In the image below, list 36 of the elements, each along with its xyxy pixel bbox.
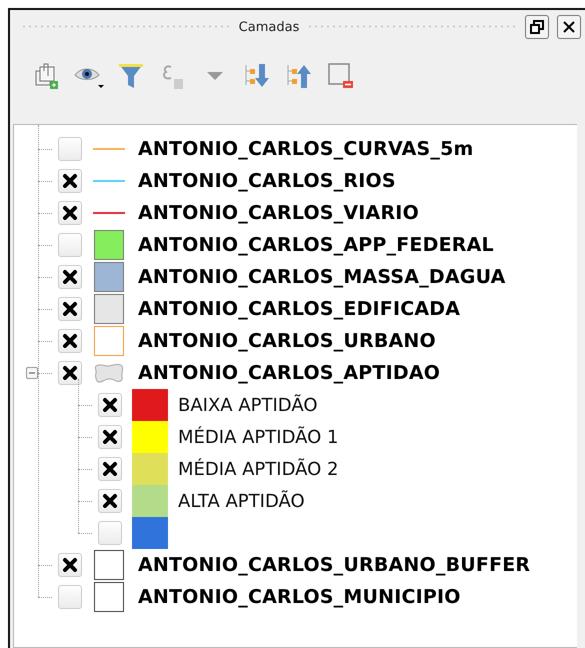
class-label: ALTA APTIDÃO (178, 490, 305, 512)
class-label: BAIXA APTIDÃO (178, 394, 318, 416)
layer-name[interactable]: ANTONIO_CARLOS_APTIDAO (138, 362, 440, 384)
layer-name[interactable]: ANTONIO_CARLOS_VIARIO (138, 202, 419, 224)
layer-checkbox[interactable] (58, 553, 82, 577)
layer-name[interactable]: ANTONIO_CARLOS_EDIFICADA (138, 298, 460, 320)
layer-name[interactable]: ANTONIO_CARLOS_URBANO_BUFFER (138, 554, 530, 576)
class-label: MÉDIA APTIDÃO 2 (178, 458, 338, 480)
layer-checkbox[interactable] (58, 137, 82, 161)
polygon-icon (93, 362, 125, 384)
close-button[interactable] (557, 15, 582, 39)
layer-name[interactable]: ANTONIO_CARLOS_RIOS (138, 170, 396, 192)
class-checkbox[interactable] (98, 393, 122, 417)
layer-checkbox[interactable] (58, 329, 82, 353)
layer-name[interactable]: ANTONIO_CARLOS_MUNICIPIO (138, 586, 461, 608)
class-checkbox[interactable] (98, 521, 122, 545)
collapse-button[interactable] (26, 367, 38, 379)
layer-checkbox[interactable] (58, 585, 82, 609)
close-icon (562, 20, 576, 34)
restore-icon (530, 20, 544, 34)
layer-checkbox[interactable] (58, 169, 82, 193)
class-checkbox[interactable] (98, 457, 122, 481)
float-button[interactable] (525, 15, 550, 39)
class-checkbox[interactable] (98, 489, 122, 513)
class-label: MÉDIA APTIDÃO 1 (178, 426, 338, 448)
layer-checkbox[interactable] (58, 201, 82, 225)
layer-checkbox[interactable] (58, 233, 82, 257)
layer-name[interactable]: ANTONIO_CARLOS_APP_FEDERAL (138, 234, 494, 256)
layer-name[interactable]: ANTONIO_CARLOS_MASSA_DAGUA (138, 266, 506, 288)
layer-checkbox[interactable] (58, 361, 82, 385)
layer-name[interactable]: ANTONIO_CARLOS_URBANO (138, 330, 436, 352)
layer-checkbox[interactable] (58, 297, 82, 321)
class-checkbox[interactable] (98, 425, 122, 449)
layer-checkbox[interactable] (58, 265, 82, 289)
panel-title: Camadas (238, 20, 300, 34)
layer-name[interactable]: ANTONIO_CARLOS_CURVAS_5m (138, 138, 474, 160)
